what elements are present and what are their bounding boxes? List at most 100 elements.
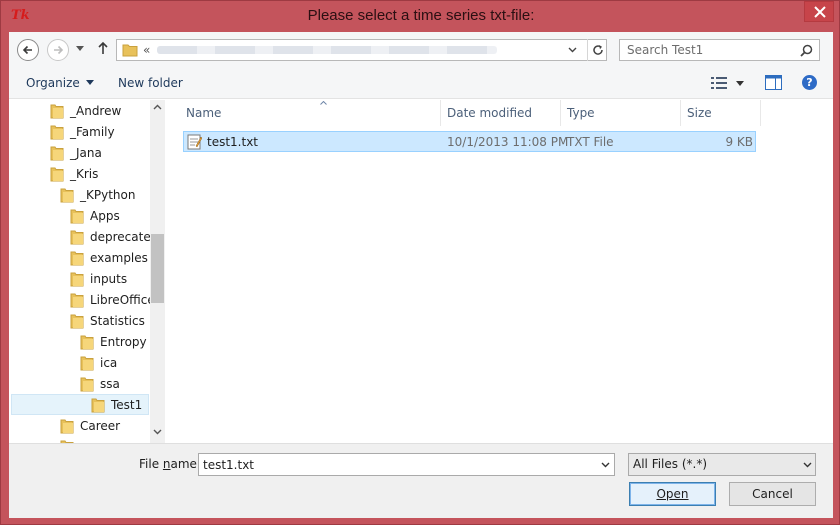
column-header-date[interactable]: Date modified (441, 100, 561, 126)
folder-icon (80, 377, 94, 392)
sort-ascending-icon (320, 101, 327, 105)
tree-item-examples[interactable]: examples (9, 248, 150, 269)
folder-icon (122, 44, 138, 57)
tree-item-andrew[interactable]: _Andrew (9, 101, 150, 122)
filename-label-accel: n (162, 457, 171, 471)
filename-combobox[interactable] (198, 453, 615, 476)
tree-item-libreoffice[interactable]: LibreOffice (9, 290, 150, 311)
tree-item-label: deprecated (90, 230, 150, 244)
folder-icon (70, 209, 84, 224)
folder-icon (70, 230, 84, 245)
column-header-name[interactable]: Name (180, 100, 441, 126)
tree-item-test1[interactable]: Test1 (11, 394, 149, 415)
filename-label: File name: (139, 457, 201, 471)
recent-locations-dropdown-icon[interactable] (76, 46, 84, 51)
file-type-select[interactable]: All Files (*.*) (628, 453, 816, 476)
chevron-down-icon[interactable] (803, 462, 812, 468)
folder-icon (60, 419, 74, 434)
file-type-value: All Files (*.*) (633, 457, 708, 471)
column-label: Name (186, 106, 222, 120)
column-label: Date modified (447, 106, 533, 120)
folder-icon (70, 251, 84, 266)
column-label: Type (567, 106, 595, 120)
folder-icon (50, 167, 64, 182)
view-details-icon[interactable] (711, 77, 727, 89)
tree-item-apps[interactable]: Apps (9, 206, 150, 227)
address-prefix: « (143, 43, 151, 57)
dialog-client: « Organize New folder ? (9, 32, 833, 518)
tree-item-ica[interactable]: ica (9, 353, 150, 374)
forward-button[interactable] (47, 39, 69, 61)
folder-icon (70, 314, 84, 329)
tree-item-label: examples (90, 251, 148, 265)
tree-item-label: Entropy (100, 335, 147, 349)
tree-scrollbar[interactable] (150, 100, 165, 443)
tree-item-label: ssa (100, 377, 120, 391)
dialog-window: Tk Please select a time series txt-file:… (0, 0, 840, 525)
open-label: Open (656, 487, 689, 501)
help-icon[interactable]: ? (802, 75, 817, 90)
search-input[interactable] (620, 40, 795, 60)
up-arrow-icon[interactable] (97, 41, 109, 55)
filename-label-post: ame: (170, 457, 201, 471)
tree-item-label: _KPython (80, 188, 136, 202)
file-row[interactable]: test1.txt 10/1/2013 11:08 PM TXT File 9 … (183, 131, 756, 152)
tree-item-label: _Family (70, 125, 115, 139)
tree-item-kpython[interactable]: _KPython (9, 185, 150, 206)
new-folder-button[interactable]: New folder (118, 76, 183, 90)
close-button[interactable] (804, 1, 834, 22)
tree-item-jana[interactable]: _Jana (9, 143, 150, 164)
file-date: 10/1/2013 11:08 PM (447, 135, 569, 149)
scrollbar-thumb[interactable] (151, 234, 164, 303)
column-header-size[interactable]: Size (681, 100, 761, 126)
cancel-button[interactable]: Cancel (729, 482, 816, 506)
title-bar[interactable]: Tk Please select a time series txt-file: (1, 1, 840, 32)
search-icon[interactable] (800, 44, 813, 57)
open-button[interactable]: Open (629, 482, 716, 506)
filename-label-pre: File (139, 457, 163, 471)
caret-down-icon (85, 80, 94, 85)
file-list: Name Date modified Type Size test1.txt 1… (165, 100, 833, 443)
folder-icon (50, 146, 64, 161)
back-button[interactable] (17, 39, 39, 61)
folder-icon (50, 104, 64, 119)
folder-icon (70, 293, 84, 308)
search-box[interactable] (619, 39, 820, 61)
tree-item-label: LibreOffice (90, 293, 150, 307)
file-name: test1.txt (207, 135, 259, 149)
tree-item-kris[interactable]: _Kris (9, 164, 150, 185)
file-size: 9 KB (725, 135, 753, 149)
refresh-icon (593, 45, 603, 55)
tree-item-label: inputs (90, 272, 128, 286)
chevron-down-icon[interactable] (601, 462, 610, 468)
text-file-icon (187, 134, 202, 150)
tree-item-label: ica (100, 356, 118, 370)
preview-pane-icon[interactable] (765, 75, 782, 90)
address-path-blurred (157, 46, 497, 54)
close-icon (814, 6, 826, 18)
tree-item-entropy[interactable]: Entropy (9, 332, 150, 353)
tree-item-family[interactable]: _Family (9, 122, 150, 143)
refresh-button[interactable] (587, 39, 607, 61)
folder-icon (60, 188, 74, 203)
tree-item-career[interactable]: Career (9, 416, 150, 437)
chevron-down-icon[interactable] (568, 47, 577, 53)
organize-button[interactable]: Organize (26, 76, 94, 90)
navigation-tree: _Andrew _Family _Jana _Kris _KPython App… (9, 100, 150, 443)
column-header-type[interactable]: Type (561, 100, 681, 126)
tree-item-deprecated[interactable]: deprecated (9, 227, 150, 248)
file-type: TXT File (567, 135, 614, 149)
tree-item-label: Statistics (90, 314, 145, 328)
command-toolbar: Organize New folder ? (9, 67, 833, 99)
view-options-dropdown-icon[interactable] (736, 81, 744, 86)
tree-item-label: Test1 (111, 398, 143, 412)
scroll-up-icon[interactable] (153, 104, 162, 110)
filename-input[interactable] (199, 454, 594, 475)
address-bar[interactable]: « (116, 39, 607, 61)
tree-item-label: Apps (90, 209, 120, 223)
column-label: Size (687, 106, 712, 120)
tree-item-ssa[interactable]: ssa (9, 374, 150, 395)
scroll-down-icon[interactable] (153, 429, 162, 435)
tree-item-inputs[interactable]: inputs (9, 269, 150, 290)
tree-item-statistics[interactable]: Statistics (9, 311, 150, 332)
